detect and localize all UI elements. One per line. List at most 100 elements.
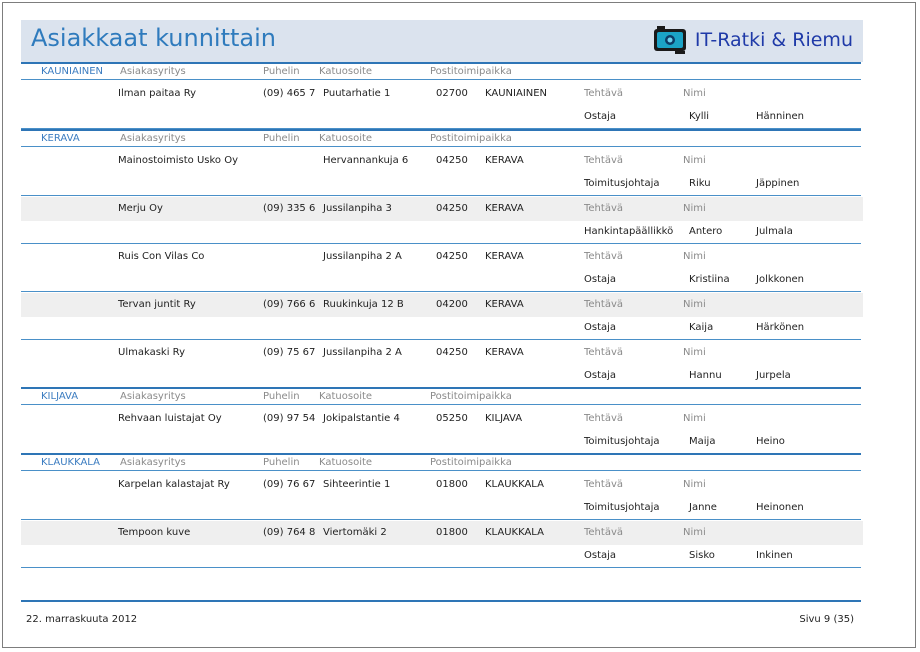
customer-phone: (09) 764 8 [263, 527, 316, 538]
contact-last-name: Julmala [756, 226, 793, 237]
contact-role-label: Tehtävä [584, 203, 623, 214]
column-label-phone: Puhelin [263, 457, 300, 468]
customer-company: Ulmakaski Ry [118, 347, 185, 358]
row-divider [21, 291, 861, 292]
customer-city: KLAUKKALA [485, 479, 544, 490]
contact-last-name: Jolkkonen [756, 274, 805, 285]
customer-phone: (09) 766 6 [263, 299, 316, 310]
customer-street: Ruukinkuja 12 B [323, 299, 404, 310]
contact-first-name: Kaija [689, 322, 714, 333]
contact-role: Toimitusjohtaja [584, 436, 660, 447]
group-municipality: KILJAVA [41, 391, 79, 402]
page-number: Sivu 9 (35) [799, 614, 854, 625]
group-divider [21, 387, 861, 389]
contact-first-name: Hannu [689, 370, 722, 381]
print-date: 22. marraskuuta 2012 [26, 614, 138, 625]
customer-zip: 02700 [436, 88, 468, 99]
customer-city: KERAVA [485, 155, 524, 166]
group-municipality: KAUNIAINEN [41, 66, 104, 77]
group-divider [21, 129, 861, 131]
customer-phone: (09) 75 67 [263, 347, 316, 358]
column-label-postal: Postitoimipaikka [430, 457, 512, 468]
customer-zip: 04250 [436, 203, 468, 214]
contact-first-name: Kylli [689, 111, 710, 122]
customer-zip: 01800 [436, 479, 468, 490]
customer-company: Mainostoimisto Usko Oy [118, 155, 239, 166]
customer-street: Sihteerintie 1 [323, 479, 391, 490]
customer-city: KAUNIAINEN [485, 88, 548, 99]
contact-first-name: Maija [689, 436, 716, 447]
customer-street: Viertomäki 2 [323, 527, 387, 538]
column-label-street: Katuosoite [319, 391, 373, 402]
contact-name-label: Nimi [683, 479, 706, 490]
contact-role-label: Tehtävä [584, 155, 623, 166]
contact-last-name: Härkönen [756, 322, 805, 333]
customer-city: KERAVA [485, 299, 524, 310]
customer-zip: 04250 [436, 155, 468, 166]
contact-name-label: Nimi [683, 155, 706, 166]
customer-company: Rehvaan luistajat Oy [118, 413, 222, 424]
column-label-street: Katuosoite [319, 457, 373, 468]
brand-logo: IT-Ratki & Riemu [653, 25, 853, 55]
customer-company: Ilman paitaa Ry [118, 88, 197, 99]
contact-role-label: Tehtävä [584, 413, 623, 424]
row-divider [21, 339, 861, 340]
customer-phone: (09) 335 6 [263, 203, 316, 214]
group-divider [21, 62, 861, 64]
customer-street: Jussilanpiha 2 A [323, 347, 402, 358]
column-label-company: Asiakasyritys [120, 66, 186, 77]
contact-role: Ostaja [584, 111, 617, 122]
contact-role-label: Tehtävä [584, 479, 623, 490]
column-label-company: Asiakasyritys [120, 133, 186, 144]
computer-icon [653, 26, 686, 54]
contact-name-label: Nimi [683, 203, 706, 214]
column-label-company: Asiakasyritys [120, 457, 186, 468]
customer-street: Jokipalstantie 4 [323, 413, 400, 424]
contact-name-label: Nimi [683, 347, 706, 358]
row-divider [21, 243, 861, 244]
column-label-company: Asiakasyritys [120, 391, 186, 402]
customer-street: Hervannankuja 6 [323, 155, 409, 166]
customer-city: KLAUKKALA [485, 527, 544, 538]
customer-zip: 05250 [436, 413, 468, 424]
column-label-postal: Postitoimipaikka [430, 66, 512, 77]
contact-role: Ostaja [584, 550, 617, 561]
contact-role: Hankintapäällikkö [584, 226, 674, 237]
column-label-phone: Puhelin [263, 391, 300, 402]
row-divider [21, 519, 861, 520]
contact-last-name: Heinonen [756, 502, 804, 513]
customer-city: KERAVA [485, 251, 524, 262]
row-divider [21, 195, 861, 196]
customer-street: Jussilanpiha 3 [323, 203, 392, 214]
customer-zip: 04200 [436, 299, 468, 310]
customer-city: KILJAVA [485, 413, 523, 424]
brand-name: IT-Ratki & Riemu [694, 29, 853, 51]
contact-first-name: Sisko [689, 550, 715, 561]
contact-first-name: Antero [689, 226, 723, 237]
customer-phone: (09) 97 54 [263, 413, 316, 424]
group-header-underline [21, 146, 861, 147]
contact-name-label: Nimi [683, 527, 706, 538]
column-label-street: Katuosoite [319, 66, 373, 77]
column-label-postal: Postitoimipaikka [430, 133, 512, 144]
group-header-underline [21, 79, 861, 80]
column-label-postal: Postitoimipaikka [430, 391, 512, 402]
footer-divider [21, 600, 861, 602]
group-header-underline [21, 470, 861, 471]
contact-role: Ostaja [584, 322, 617, 333]
customer-zip: 01800 [436, 527, 468, 538]
report-header: Asiakkaat kunnittain IT-Ratki & Riemu [21, 20, 863, 62]
customer-company: Ruis Con Vilas Co [118, 251, 205, 262]
contact-name-label: Nimi [683, 88, 706, 99]
contact-role-label: Tehtävä [584, 299, 623, 310]
contact-role: Ostaja [584, 370, 617, 381]
column-label-street: Katuosoite [319, 133, 373, 144]
contact-last-name: Hänninen [756, 111, 804, 122]
customer-phone: (09) 76 67 [263, 479, 316, 490]
contact-role-label: Tehtävä [584, 527, 623, 538]
contact-first-name: Kristiina [689, 274, 730, 285]
contact-role: Toimitusjohtaja [584, 178, 660, 189]
group-municipality: KLAUKKALA [41, 457, 100, 468]
column-label-phone: Puhelin [263, 133, 300, 144]
contact-role: Toimitusjohtaja [584, 502, 660, 513]
